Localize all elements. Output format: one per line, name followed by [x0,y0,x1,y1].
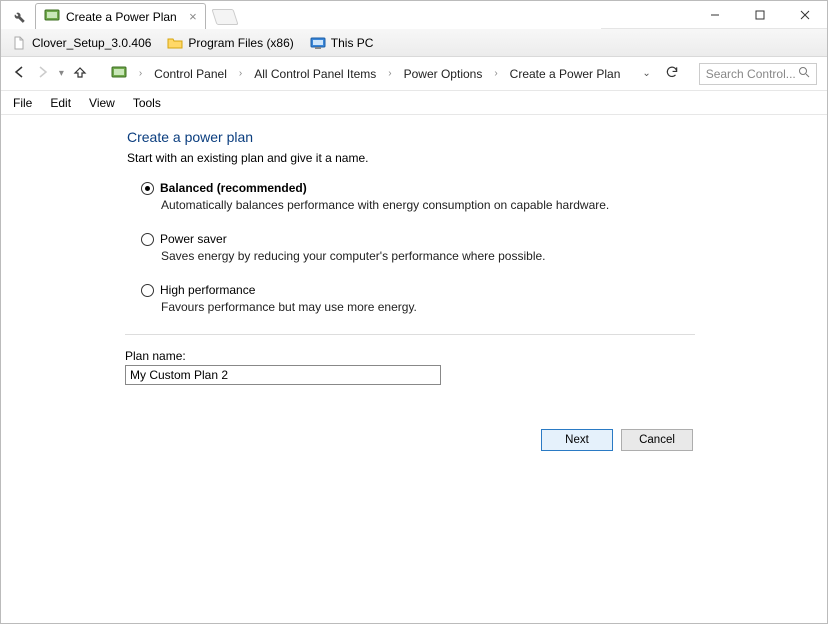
maximize-button[interactable] [737,1,782,28]
radio-input[interactable] [141,182,154,195]
option-title: High performance [160,283,255,297]
control-panel-icon [44,7,60,26]
history-dropdown[interactable]: ▾ [59,68,64,79]
tab-strip: Create a Power Plan × [1,1,601,29]
cancel-button[interactable]: Cancel [621,429,693,451]
chevron-right-icon: › [490,68,501,79]
next-button[interactable]: Next [541,429,613,451]
breadcrumb-item[interactable]: Create a Power Plan [510,67,621,81]
control-panel-icon [111,64,127,83]
bookmark-label: This PC [331,36,374,50]
option-power-saver: Power saver Saves energy by reducing you… [141,232,701,263]
option-balanced: Balanced (recommended) Automatically bal… [141,181,701,212]
radio-high-performance[interactable]: High performance [141,283,701,297]
tab-label: Create a Power Plan [66,10,177,24]
option-high-performance: High performance Favours performance but… [141,283,701,314]
search-placeholder: Search Control... [706,67,796,81]
chevron-right-icon: › [135,68,146,79]
close-tab-icon[interactable]: × [189,10,197,23]
bookmark-item[interactable]: Program Files (x86) [167,35,293,51]
menu-edit[interactable]: Edit [50,96,71,110]
new-tab-button[interactable] [211,9,238,25]
bookmark-item[interactable]: This PC [310,35,374,51]
breadcrumb-item[interactable]: Power Options [404,67,483,81]
tab-create-power-plan[interactable]: Create a Power Plan × [35,3,206,29]
bookmark-label: Clover_Setup_3.0.406 [32,36,151,50]
bookmark-label: Program Files (x86) [188,36,293,50]
chevron-right-icon: › [235,68,246,79]
address-bar: ▾ › Control Panel › All Control Panel It… [1,57,827,91]
wrench-icon[interactable] [5,3,31,29]
chevron-right-icon: › [384,68,395,79]
close-window-button[interactable] [782,1,827,28]
radio-input[interactable] [141,233,154,246]
page-subtitle: Start with an existing plan and give it … [127,151,827,165]
option-desc: Automatically balances performance with … [161,198,701,212]
breadcrumb-item[interactable]: Control Panel [154,67,227,81]
bookmark-item[interactable]: Clover_Setup_3.0.406 [11,35,151,51]
plan-name-input[interactable] [125,365,441,385]
page-heading: Create a power plan [127,129,827,145]
option-title: Balanced (recommended) [160,181,307,195]
menu-bar: File Edit View Tools [1,91,827,115]
breadcrumb-item[interactable]: All Control Panel Items [254,67,376,81]
file-icon [11,35,27,51]
radio-input[interactable] [141,284,154,297]
back-button[interactable] [11,65,27,82]
radio-balanced[interactable]: Balanced (recommended) [141,181,701,195]
option-desc: Saves energy by reducing your computer's… [161,249,701,263]
pc-icon [310,35,326,51]
menu-file[interactable]: File [13,96,32,110]
option-title: Power saver [160,232,227,246]
menu-view[interactable]: View [89,96,115,110]
plan-name-label: Plan name: [125,349,695,363]
search-icon [798,66,810,81]
address-dropdown[interactable]: ⌄ [636,68,656,79]
up-button[interactable] [72,65,88,82]
refresh-button[interactable] [665,65,681,82]
bookmark-bar: Clover_Setup_3.0.406 Program Files (x86)… [1,29,827,57]
radio-power-saver[interactable]: Power saver [141,232,701,246]
menu-tools[interactable]: Tools [133,96,161,110]
folder-icon [167,35,183,51]
forward-button[interactable] [35,65,51,82]
minimize-button[interactable] [692,1,737,28]
search-input[interactable]: Search Control... [699,63,817,85]
option-desc: Favours performance but may use more ene… [161,300,701,314]
main-content: Create a power plan Start with an existi… [1,115,827,451]
